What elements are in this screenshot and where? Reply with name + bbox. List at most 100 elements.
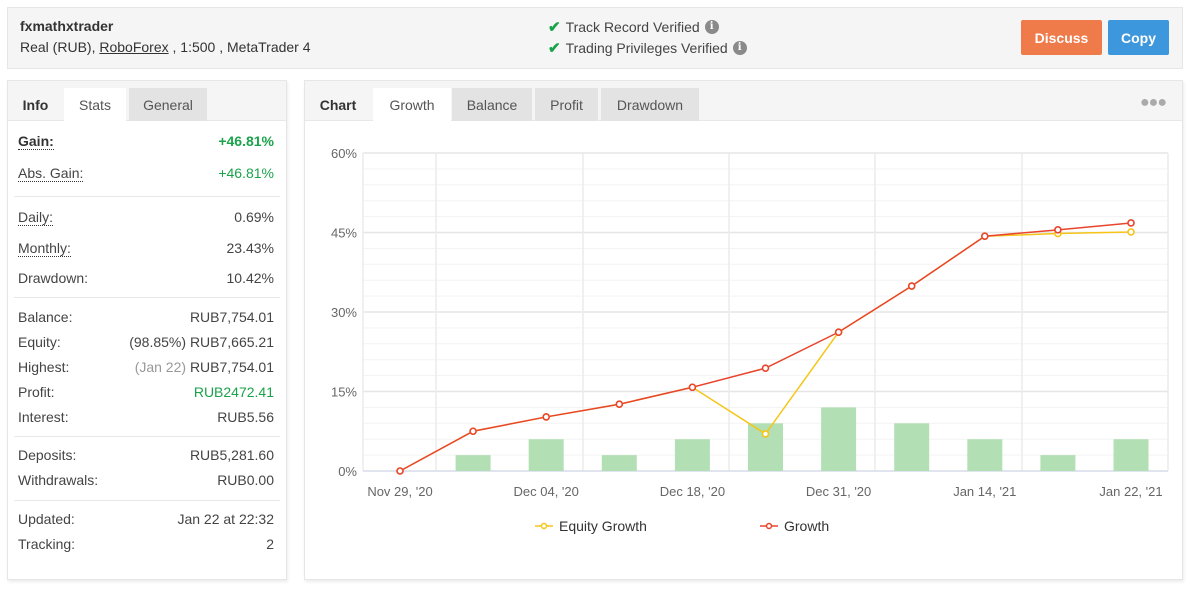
stat-value: RUB7,754.01 <box>189 309 274 325</box>
stat-label: Equity: <box>18 334 61 350</box>
divider <box>14 500 280 501</box>
stat-label: Profit: <box>18 384 55 400</box>
tab-growth[interactable]: Growth <box>373 88 451 121</box>
bar-period-growth <box>821 407 857 471</box>
bar-period-growth <box>967 439 1003 471</box>
bar-period-growth <box>894 423 930 471</box>
stat-tracking: Tracking: 2 <box>18 536 274 552</box>
equity-percent: (98.85%) <box>129 334 187 350</box>
track-record-verified: ✔ Track Record Verified i <box>548 18 719 36</box>
stat-value: RUB5,281.60 <box>189 447 274 463</box>
stat-label: Interest: <box>18 409 69 425</box>
equity-amount: RUB7,665.21 <box>189 334 274 350</box>
stat-gain: Gain: +46.81% <box>18 133 274 150</box>
broker-link[interactable]: RoboForex <box>99 39 168 55</box>
tab-drawdown[interactable]: Drawdown <box>601 88 699 121</box>
check-icon: ✔ <box>548 40 561 57</box>
x-tick-label: Dec 18, '20 <box>660 484 725 499</box>
y-tick-label: 45% <box>331 226 357 241</box>
tab-general[interactable]: General <box>129 88 207 121</box>
y-tick-label: 0% <box>338 464 357 479</box>
stat-label[interactable]: Daily: <box>18 209 54 226</box>
chart-tabs: Chart Growth Balance Profit Drawdown ●●● <box>305 81 1182 121</box>
stat-label: Updated: <box>18 511 75 527</box>
stat-value: RUB2472.41 <box>193 384 274 400</box>
check-icon: ✔ <box>548 19 561 36</box>
x-tick-label: Jan 22, '21 <box>1099 484 1162 499</box>
data-point-growth <box>615 400 624 409</box>
highest-amount: RUB7,754.01 <box>189 359 274 375</box>
legend-label: Equity Growth <box>559 518 647 534</box>
stat-label: Withdrawals: <box>18 472 99 488</box>
stat-drawdown: Drawdown: 10.42% <box>18 270 274 286</box>
copy-button[interactable]: Copy <box>1108 20 1169 55</box>
data-point-growth <box>396 467 404 475</box>
verification-label: Track Record Verified <box>565 19 700 35</box>
y-tick-label: 30% <box>331 305 357 320</box>
tab-profit[interactable]: Profit <box>535 88 598 121</box>
bar-period-growth <box>1113 439 1149 471</box>
stat-label[interactable]: Abs. Gain: <box>18 165 84 182</box>
x-tick-label: Dec 04, '20 <box>514 484 579 499</box>
stats-panel: Info Stats General Gain: +46.81% Abs. Ga… <box>7 80 287 580</box>
more-options-icon[interactable]: ●●● <box>1140 94 1167 112</box>
verification-label: Trading Privileges Verified <box>565 40 728 56</box>
stat-value: Jan 22 at 22:32 <box>177 511 274 527</box>
stat-label[interactable]: Monthly: <box>18 240 71 257</box>
stats-tabs: Info Stats General <box>8 81 286 121</box>
highest-date: (Jan 22) <box>134 359 187 375</box>
stat-value: RUB0.00 <box>217 472 274 488</box>
tab-info[interactable]: Info <box>8 88 63 121</box>
bar-period-growth <box>674 439 710 471</box>
stat-value: 2 <box>266 536 274 552</box>
discuss-button[interactable]: Discuss <box>1021 20 1102 55</box>
stat-label[interactable]: Gain: <box>18 133 54 150</box>
stat-label: Highest: <box>18 359 70 375</box>
data-point-growth <box>980 232 989 241</box>
bar-period-growth <box>528 439 564 471</box>
legend-marker-icon <box>765 522 773 530</box>
x-tick-label: Dec 31, '20 <box>806 484 871 499</box>
stat-monthly: Monthly: 23.43% <box>18 240 274 257</box>
tab-chart[interactable]: Chart <box>305 88 371 121</box>
account-name: fxmathxtrader <box>20 18 114 34</box>
stat-label: Deposits: <box>18 447 77 463</box>
tab-balance[interactable]: Balance <box>452 88 532 121</box>
stat-value: (Jan 22) RUB7,754.01 <box>135 359 274 375</box>
stat-label: Tracking: <box>18 536 76 552</box>
data-point-growth <box>1054 226 1062 234</box>
stat-daily: Daily: 0.69% <box>18 209 274 226</box>
data-point-equity-growth <box>1127 228 1135 236</box>
divider <box>14 436 280 437</box>
stat-value: 0.69% <box>234 209 274 225</box>
trading-privileges-verified: ✔ Trading Privileges Verified i <box>548 39 747 57</box>
data-point-growth <box>1127 219 1135 227</box>
stat-highest: Highest: (Jan 22) RUB7,754.01 <box>18 359 274 375</box>
x-tick-label: Nov 29, '20 <box>367 484 432 499</box>
stat-withdrawals: Withdrawals: RUB0.00 <box>18 472 274 488</box>
stat-value: +46.81% <box>218 165 274 181</box>
divider <box>14 297 280 298</box>
data-point-growth <box>688 383 697 392</box>
data-point-growth <box>907 282 916 290</box>
bar-period-growth <box>1040 455 1076 471</box>
y-tick-label: 15% <box>331 385 357 400</box>
account-type: Real (RUB), <box>20 39 100 55</box>
info-icon[interactable]: i <box>704 20 719 34</box>
stat-value: (98.85%) RUB7,665.21 <box>129 334 274 350</box>
stat-value: 23.43% <box>226 240 274 256</box>
data-point-growth <box>469 427 477 436</box>
data-point-equity-growth <box>761 430 770 438</box>
data-point-growth <box>834 328 843 336</box>
legend-marker-icon <box>540 522 548 530</box>
stat-equity: Equity: (98.85%) RUB7,665.21 <box>18 334 274 350</box>
growth-chart: 0% 15% 30% 45% 60% Nov 29, '20 Dec 04, '20 Dec … <box>305 121 1182 579</box>
stat-value: RUB5.56 <box>217 409 274 425</box>
info-icon[interactable]: i <box>732 41 747 55</box>
x-tick-label: Jan 14, '21 <box>953 484 1016 499</box>
stat-profit: Profit: RUB2472.41 <box>18 384 274 400</box>
data-point-growth <box>542 413 550 421</box>
tab-stats[interactable]: Stats <box>64 88 126 121</box>
chart-panel: Chart Growth Balance Profit Drawdown ●●●… <box>304 80 1183 580</box>
stat-value: 10.42% <box>226 270 274 286</box>
